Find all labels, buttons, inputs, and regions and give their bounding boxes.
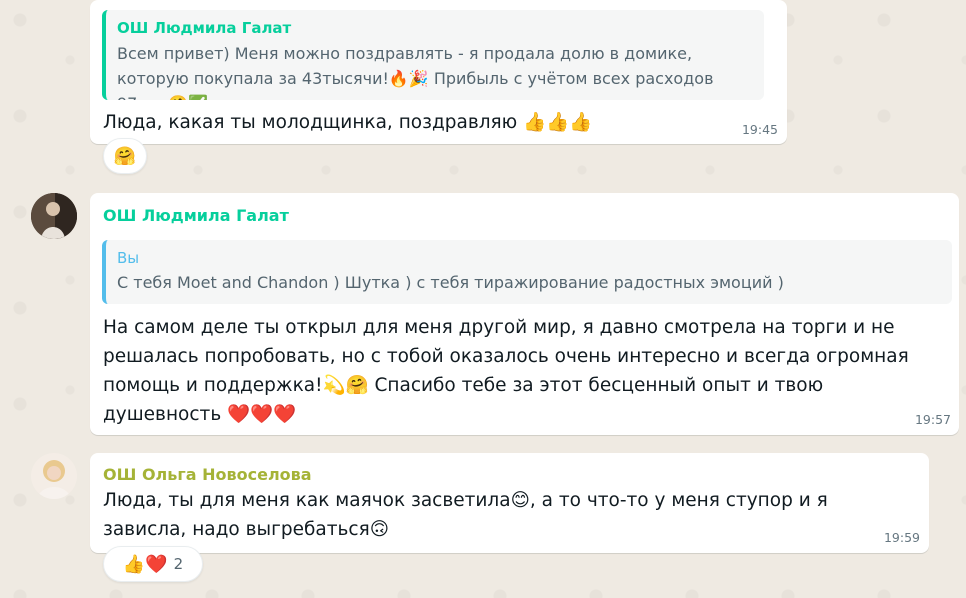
reaction-emoji: 🤗	[113, 145, 137, 167]
avatar[interactable]	[31, 453, 77, 499]
sender-name[interactable]: ОШ Людмила Галат	[103, 206, 289, 225]
message-time: 19:59	[883, 530, 920, 545]
quoted-message[interactable]: ОШ Людмила Галат Всем привет) Меня можно…	[102, 10, 764, 100]
message-text: Люда, ты для меня как маячок засветила😊,…	[103, 490, 828, 540]
message-bubble[interactable]: ОШ Людмила Галат Всем привет) Меня можно…	[90, 0, 787, 144]
quoted-author: ОШ Людмила Галат	[117, 19, 292, 37]
avatar[interactable]	[31, 193, 77, 239]
message-text: На самом деле ты открыл для меня другой …	[103, 317, 909, 425]
reaction-badge[interactable]: 🤗	[103, 138, 147, 174]
quoted-text: Всем привет) Меня можно поздравлять - я …	[117, 44, 714, 100]
quoted-text: С тебя Moet and Chandon ) Шутка ) с тебя…	[117, 273, 784, 292]
reaction-count: 2	[173, 555, 184, 573]
message-bubble[interactable]: ОШ Людмила Галат Вы С тебя Moet and Chan…	[90, 193, 959, 435]
quoted-author: Вы	[117, 249, 140, 267]
message-time: 19:57	[914, 412, 951, 427]
message-text: Люда, какая ты молодщинка, поздравляю 👍👍…	[103, 112, 593, 133]
reaction-emojis: 👍❤️	[122, 553, 168, 575]
message-bubble[interactable]: ОШ Ольга Новоселова Люда, ты для меня ка…	[90, 453, 929, 553]
sender-name[interactable]: ОШ Ольга Новоселова	[103, 465, 312, 484]
avatar-olga-icon	[31, 453, 77, 499]
reaction-badge[interactable]: 👍❤️ 2	[103, 546, 203, 582]
avatar-lyudmila-icon	[31, 193, 77, 239]
message-time: 19:45	[741, 122, 778, 137]
quoted-message[interactable]: Вы С тебя Moet and Chandon ) Шутка ) с т…	[102, 240, 952, 304]
